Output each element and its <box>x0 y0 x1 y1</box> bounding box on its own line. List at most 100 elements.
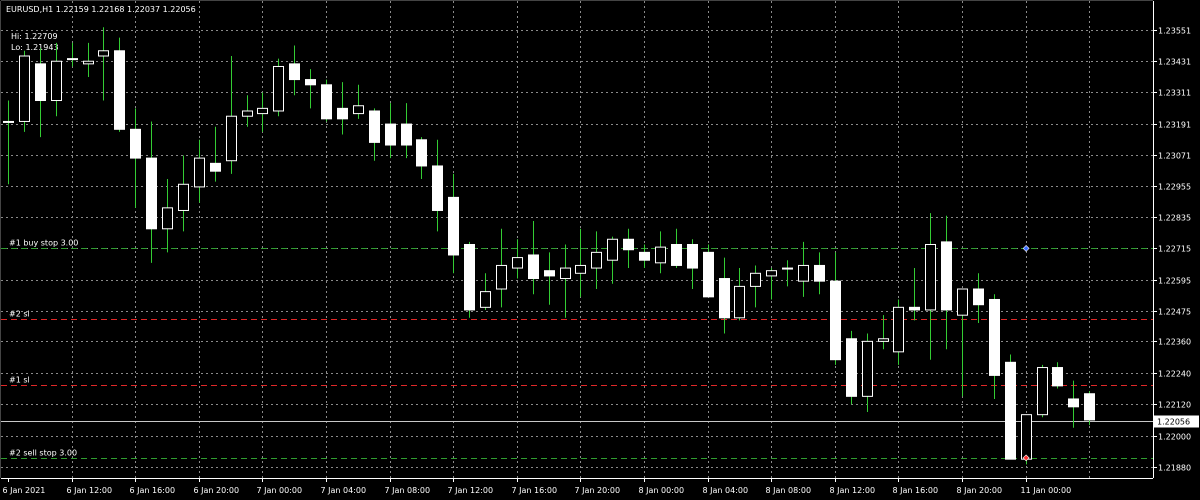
price-chart[interactable]: #1 buy stop 3.00 #2 sl #1 sl #2 sell stop 3… <box>0 0 1200 500</box>
x-tick-label: 8 Jan 12:00 <box>830 486 876 495</box>
candle-body <box>639 251 650 261</box>
x-tick-label: 8 Jan 08:00 <box>766 486 812 495</box>
candle-body <box>655 246 666 264</box>
candle-body <box>750 272 761 287</box>
x-tick-label: 11 Jan 00:00 <box>1021 486 1072 495</box>
candle-body <box>226 115 237 162</box>
candle-body <box>67 58 78 61</box>
y-tick-label: 1.22715 <box>1158 245 1191 254</box>
y-tick-label: 1.23551 <box>1158 27 1191 36</box>
candle-body <box>544 270 555 277</box>
candle-body <box>830 280 841 361</box>
x-tick-label: 7 Jan 00:00 <box>257 486 303 495</box>
x-tick-label: 8 Jan 16:00 <box>893 486 939 495</box>
y-tick-label: 1.22360 <box>1158 338 1191 347</box>
candle-body <box>925 244 936 311</box>
x-tick-label: 7 Jan 04:00 <box>321 486 367 495</box>
y-tick-label: 1.22595 <box>1158 277 1191 286</box>
candle-body <box>194 157 205 188</box>
candle-body <box>273 65 284 112</box>
candle-body <box>480 291 491 308</box>
candle-body <box>1052 367 1063 387</box>
candle-body <box>719 278 730 319</box>
candle-body <box>957 288 968 316</box>
order-level-label: #1 sl <box>9 376 30 385</box>
candle-body <box>591 251 602 269</box>
order-level-label: #2 sl <box>9 310 30 319</box>
candle-body <box>114 50 125 130</box>
candle-body <box>337 107 348 120</box>
candle-body <box>353 105 364 115</box>
candle-body <box>893 306 904 353</box>
candle-body <box>321 84 332 120</box>
candle-body <box>146 157 157 230</box>
candle-body <box>766 270 777 277</box>
x-tick-label: 8 Jan 00:00 <box>639 486 685 495</box>
candle-body <box>289 63 300 81</box>
candle-body <box>671 244 682 266</box>
candle-body <box>782 267 793 270</box>
y-tick-label: 1.22835 <box>1158 214 1191 223</box>
candle-body <box>162 207 173 230</box>
candle-body <box>83 60 94 65</box>
x-tick-label: 7 Jan 16:00 <box>512 486 558 495</box>
candle-body <box>814 264 825 282</box>
y-tick-label: 1.23311 <box>1158 89 1191 98</box>
candle-body <box>909 306 920 311</box>
candle-body <box>98 50 109 57</box>
buy-stop-marker <box>1022 245 1030 252</box>
candle-body <box>369 110 380 143</box>
y-tick-label: 1.23191 <box>1158 121 1191 130</box>
candle-body <box>607 238 618 261</box>
y-tick-label: 1.22000 <box>1158 433 1191 442</box>
candle-body <box>575 264 586 274</box>
x-tick-label: 6 Jan 2021 <box>3 486 46 495</box>
candle-body <box>846 338 857 397</box>
candle-body <box>432 165 443 211</box>
candle-body <box>305 79 316 86</box>
candle-body <box>973 288 984 306</box>
order-level-label: #2 sell stop 3.00 <box>9 449 77 458</box>
x-tick-label: 7 Jan 20:00 <box>575 486 621 495</box>
y-tick-label: 1.23071 <box>1158 152 1191 161</box>
x-tick-label: 7 Jan 08:00 <box>385 486 431 495</box>
candle-body <box>941 241 952 311</box>
candle-body <box>416 139 427 167</box>
y-tick-label: 1.23431 <box>1158 58 1191 67</box>
y-tick-label: 1.22955 <box>1158 183 1191 192</box>
candle-body <box>401 123 412 146</box>
candle-body <box>512 257 523 269</box>
x-tick-label: 6 Jan 12:00 <box>67 486 113 495</box>
candle-body <box>1037 367 1048 416</box>
x-tick-label: 6 Jan 20:00 <box>194 486 240 495</box>
x-tick-label: 8 Jan 04:00 <box>703 486 749 495</box>
candle-body <box>528 254 539 280</box>
x-tick-label: 6 Jan 16:00 <box>130 486 176 495</box>
candle-body <box>703 251 714 298</box>
candle-body <box>257 107 268 115</box>
y-tick-label: 1.21880 <box>1158 464 1191 473</box>
y-tick-label: 1.22120 <box>1158 401 1191 410</box>
candle-body <box>734 285 745 319</box>
candle-body <box>178 183 189 211</box>
candle-body <box>385 123 396 146</box>
candle-body <box>1005 361 1016 460</box>
candle-body <box>448 196 459 256</box>
candle-body <box>798 264 809 282</box>
candle-body <box>1021 414 1032 460</box>
candle-body <box>1084 393 1095 421</box>
candle-body <box>878 338 889 342</box>
candle-body <box>3 120 14 123</box>
candle-body <box>464 244 475 311</box>
order-level-label: #1 buy stop 3.00 <box>9 239 78 248</box>
candle-body <box>130 128 141 159</box>
candle-body <box>496 264 507 290</box>
candle-body <box>51 60 62 102</box>
y-tick-label: 1.22240 <box>1158 370 1191 379</box>
candle-body <box>210 162 221 172</box>
candle-body <box>242 110 253 117</box>
candle-body <box>862 340 873 397</box>
candle-body <box>1068 398 1079 408</box>
candle-body <box>989 298 1000 376</box>
candle-body <box>560 267 571 280</box>
